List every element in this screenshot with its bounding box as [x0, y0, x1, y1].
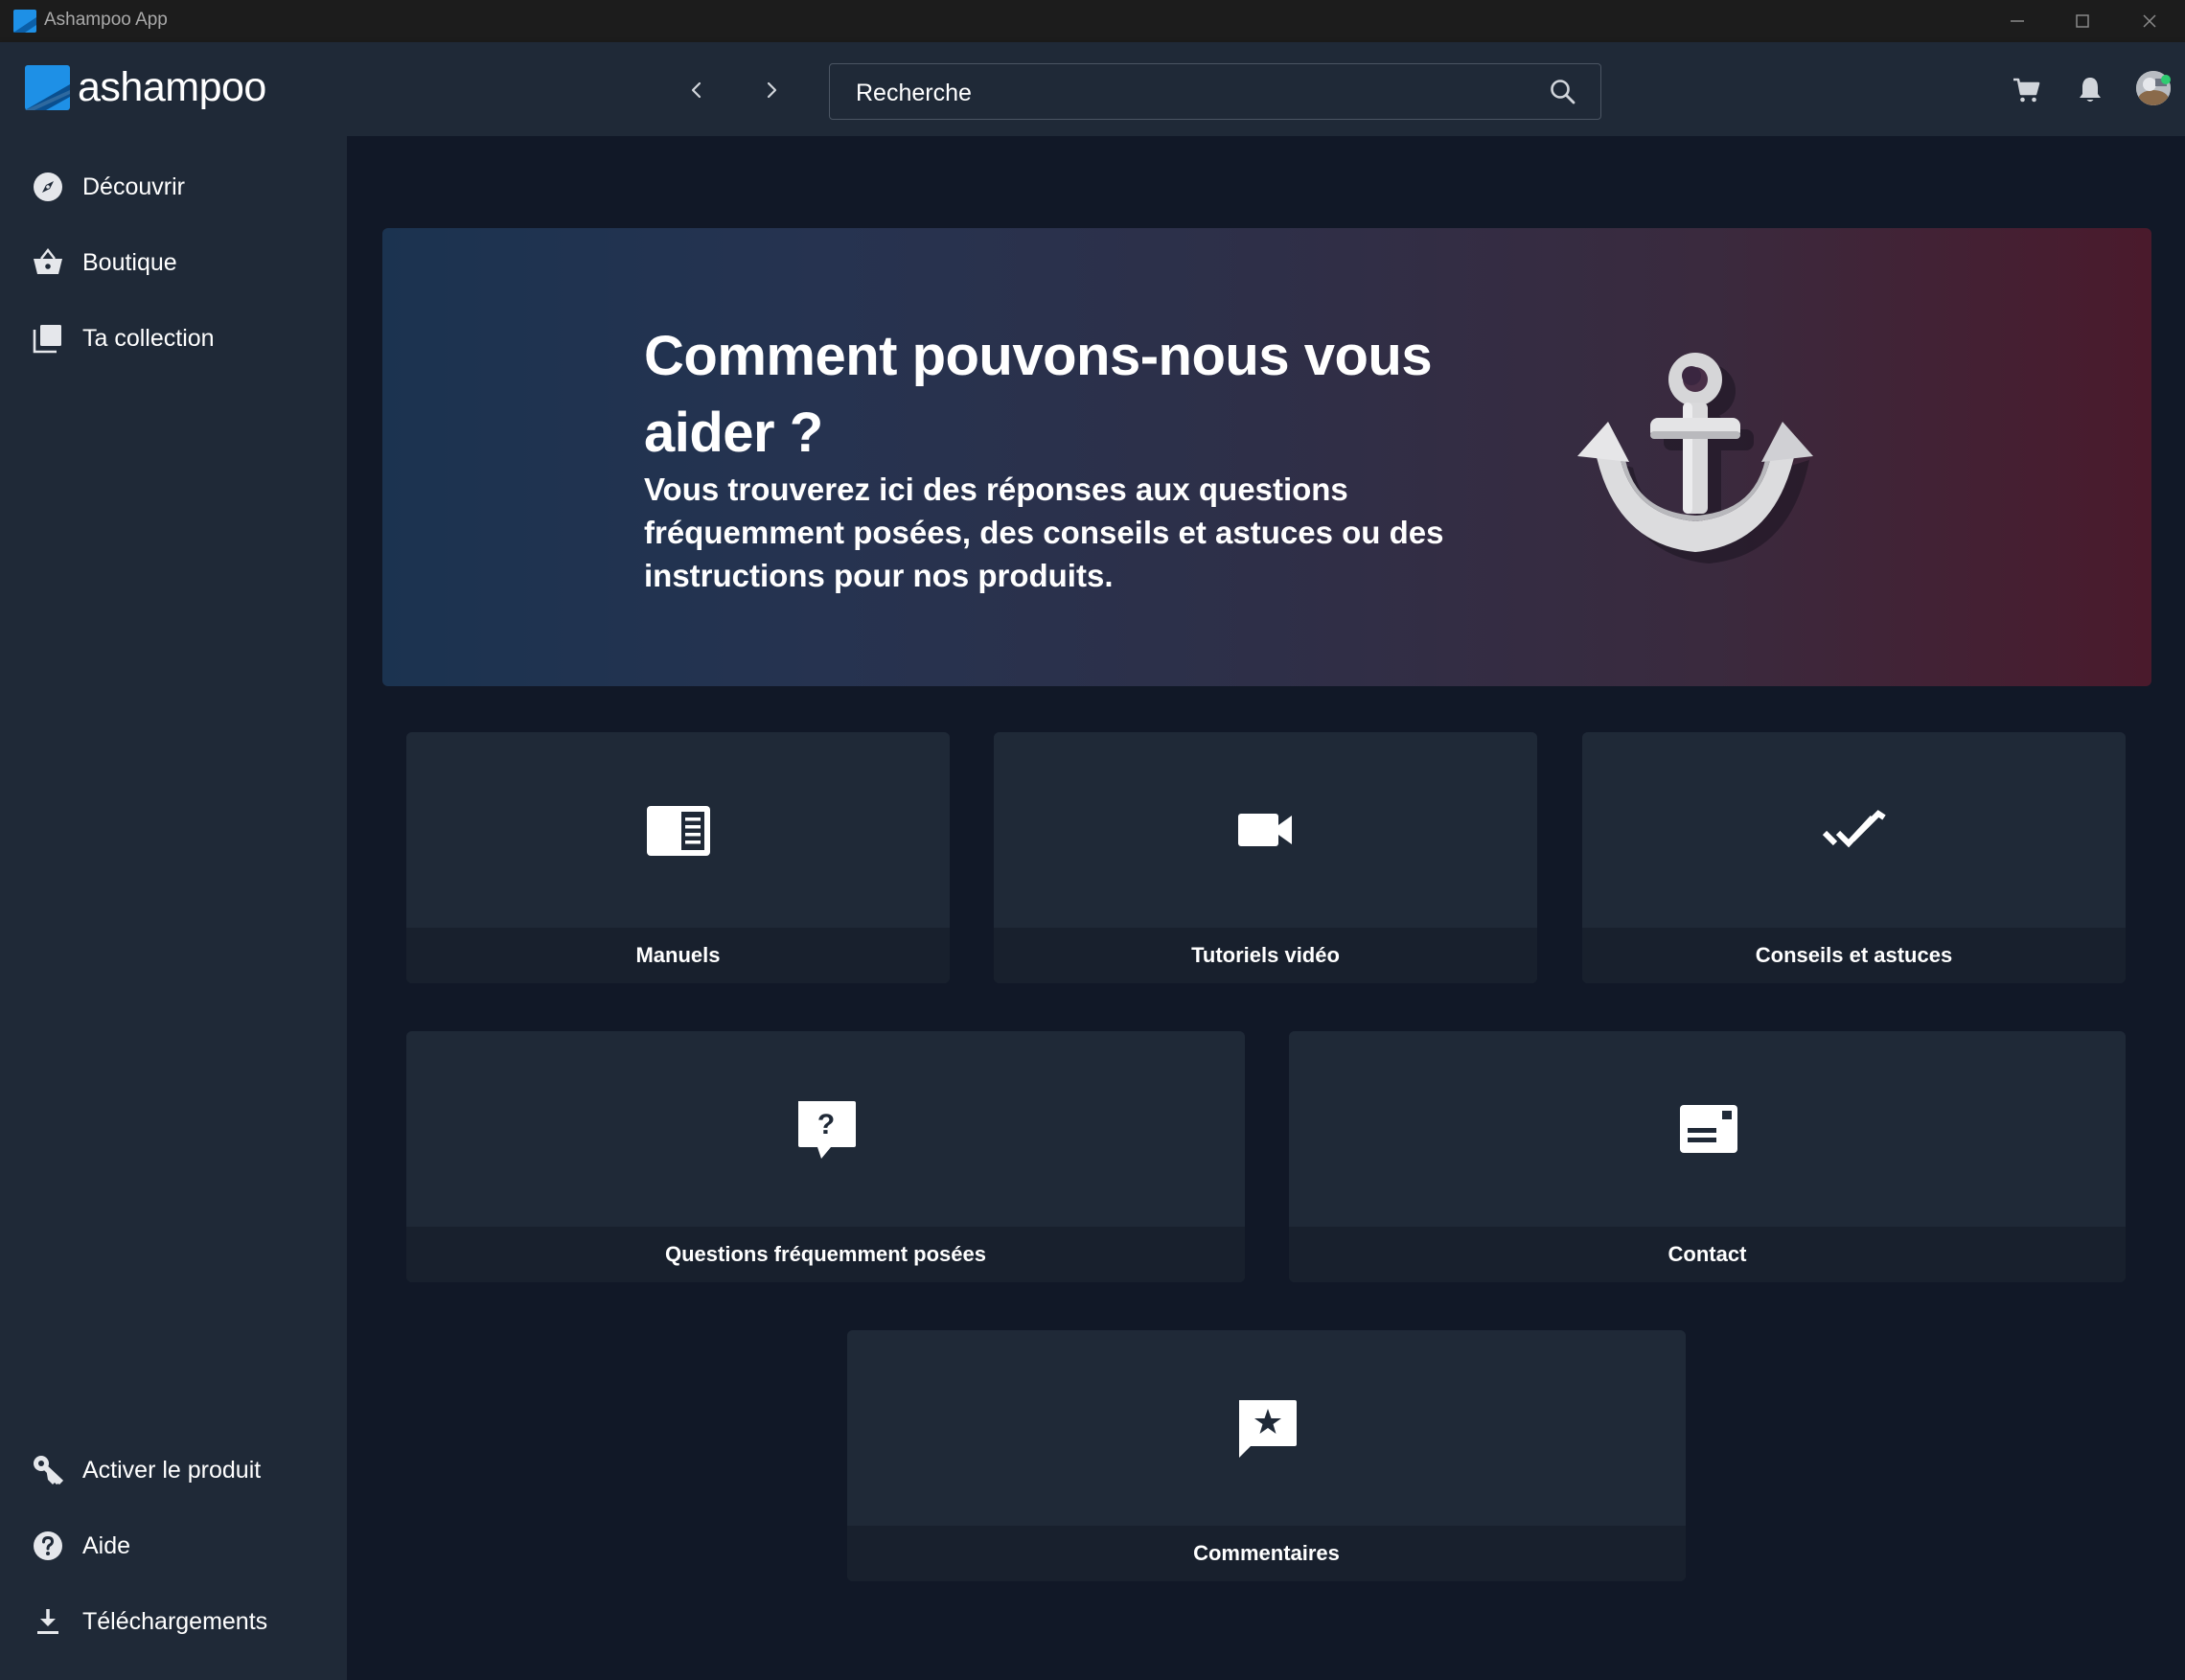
- tile-label-bar: Questions fréquemment posées: [406, 1227, 1245, 1282]
- tutoriels-video-tile[interactable]: Tutoriels vidéo: [994, 732, 1537, 983]
- sidebar-item-telechargements[interactable]: Téléchargements: [0, 1588, 347, 1655]
- anchor-illustration-icon: [1577, 353, 1813, 564]
- collection-icon: [31, 321, 65, 356]
- tile-label-bar: Conseils et astuces: [1582, 928, 2126, 983]
- app-logo-icon: [13, 10, 36, 33]
- tile-icon-area: [1289, 1031, 2126, 1227]
- sidebar-item-label: Boutique: [82, 248, 177, 276]
- search-icon[interactable]: [1549, 78, 1577, 106]
- tile-label: Questions fréquemment posées: [665, 1242, 986, 1266]
- help-icon: [31, 1529, 65, 1563]
- tile-label-bar: Tutoriels vidéo: [994, 928, 1537, 983]
- contact-card-icon: [1679, 1105, 1737, 1153]
- sidebar-item-decouvrir[interactable]: Découvrir: [0, 153, 347, 220]
- key-icon: [31, 1453, 65, 1487]
- online-status-dot: [2161, 75, 2171, 84]
- sidebar-item-collection[interactable]: Ta collection: [0, 305, 347, 372]
- video-camera-icon: [1237, 814, 1292, 846]
- help-hero-banner: Comment pouvons-nous vous aider ? Vous t…: [382, 228, 2151, 686]
- minimize-button[interactable]: [1984, 0, 2051, 42]
- cart-icon: [2013, 78, 2040, 103]
- compass-icon: [31, 170, 65, 204]
- main-content: Comment pouvons-nous vous aider ? Vous t…: [347, 136, 2185, 1680]
- sidebar-item-label: Ta collection: [82, 324, 215, 352]
- ashampoo-app-window: Ashampoo App ashampoo Recherche Découvri…: [0, 0, 2185, 1680]
- tile-label: Conseils et astuces: [1755, 943, 1953, 967]
- minimize-icon: [2011, 20, 2024, 22]
- app-header: ashampoo Recherche: [0, 42, 2185, 136]
- sidebar: Découvrir Boutique Ta collection Activer…: [0, 136, 347, 1680]
- tile-icon-area: [847, 1330, 1686, 1526]
- svg-text:?: ?: [816, 1109, 834, 1140]
- tile-icon-area: ?: [406, 1031, 1245, 1227]
- close-icon: [2143, 14, 2156, 28]
- tile-label-bar: Contact: [1289, 1227, 2126, 1282]
- sidebar-item-aide[interactable]: Aide: [0, 1512, 347, 1579]
- back-button[interactable]: [678, 71, 716, 109]
- double-check-icon: [1822, 810, 1886, 848]
- hero-title: Comment pouvons-nous vous aider ?: [644, 325, 1433, 464]
- tile-label: Tutoriels vidéo: [1191, 943, 1340, 967]
- tile-label-bar: Manuels: [406, 928, 950, 983]
- maximize-icon: [2076, 14, 2089, 28]
- manuels-tile[interactable]: Manuels: [406, 732, 950, 983]
- feedback-star-icon: [1238, 1400, 1297, 1458]
- tile-label: Contact: [1668, 1242, 1747, 1266]
- maximize-button[interactable]: [2049, 0, 2116, 42]
- ashampoo-logo-icon: [25, 65, 70, 110]
- sidebar-item-label: Activer le produit: [82, 1456, 262, 1484]
- bell-icon: [2080, 78, 2101, 102]
- tile-icon-area: [994, 732, 1537, 928]
- conseils-astuces-tile[interactable]: Conseils et astuces: [1582, 732, 2126, 983]
- search-input[interactable]: Recherche: [829, 63, 1601, 120]
- logo-text: ashampoo: [78, 64, 266, 110]
- hero-subtitle: Vous trouverez ici des réponses aux ques…: [644, 472, 1444, 593]
- download-icon: [31, 1604, 65, 1639]
- window-title: Ashampoo App: [44, 10, 168, 30]
- notifications-button[interactable]: [2071, 71, 2109, 109]
- sidebar-item-label: Découvrir: [82, 173, 185, 200]
- search-placeholder: Recherche: [856, 80, 972, 106]
- sidebar-item-label: Téléchargements: [82, 1607, 268, 1635]
- contact-tile[interactable]: Contact: [1289, 1031, 2126, 1282]
- sidebar-item-label: Aide: [82, 1531, 131, 1559]
- chevron-right-icon: [767, 81, 777, 99]
- question-bubble-icon: ?: [797, 1101, 856, 1159]
- close-button[interactable]: [2116, 0, 2183, 42]
- window-titlebar: Ashampoo App: [0, 0, 2185, 42]
- forward-button[interactable]: [752, 71, 791, 109]
- tile-icon-area: [1582, 732, 2126, 928]
- chevron-left-icon: [691, 81, 702, 99]
- manual-icon: [646, 806, 710, 856]
- ashampoo-logo[interactable]: ashampoo: [25, 65, 266, 110]
- sidebar-item-activer-produit[interactable]: Activer le produit: [0, 1437, 347, 1504]
- tile-icon-area: [406, 732, 950, 928]
- tile-label: Manuels: [635, 943, 721, 967]
- basket-icon: [31, 245, 65, 280]
- faq-tile[interactable]: ? Questions fréquemment posées: [406, 1031, 1245, 1282]
- tile-label-bar: Commentaires: [847, 1526, 1686, 1581]
- sidebar-item-boutique[interactable]: Boutique: [0, 229, 347, 296]
- commentaires-tile[interactable]: Commentaires: [847, 1330, 1686, 1581]
- tile-label: Commentaires: [1193, 1541, 1340, 1565]
- cart-button[interactable]: [2007, 71, 2045, 109]
